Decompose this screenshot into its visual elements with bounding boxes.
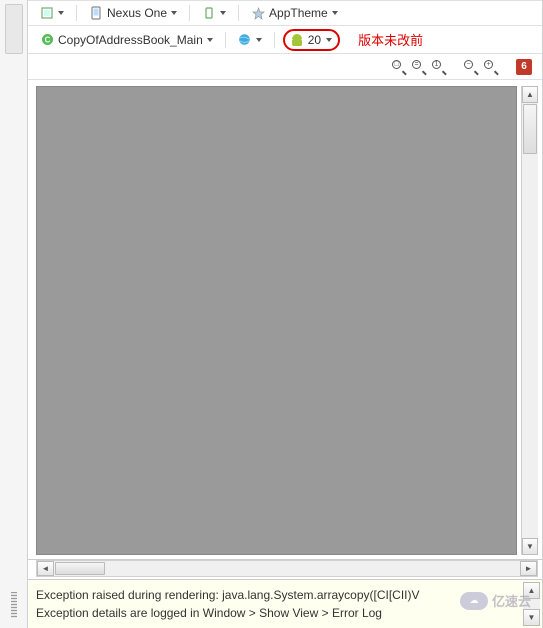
chevron-down-icon	[220, 11, 226, 15]
gutter-tab[interactable]	[5, 4, 23, 54]
vertical-scrollbar[interactable]: ▲ ▼	[521, 86, 538, 555]
android-icon	[291, 33, 303, 47]
chevron-down-icon	[58, 11, 64, 15]
device-label: Nexus One	[107, 6, 167, 20]
chevron-down-icon	[332, 11, 338, 15]
cloud-icon: ☁	[460, 592, 488, 610]
error-badge[interactable]: 6	[516, 59, 532, 75]
config-dropdown[interactable]	[36, 4, 68, 22]
scroll-thumb[interactable]	[523, 104, 537, 154]
scroll-thumb[interactable]	[55, 562, 105, 575]
chevron-down-icon	[171, 11, 177, 15]
activity-label: CopyOfAddressBook_Main	[58, 33, 203, 47]
scroll-up-button[interactable]: ▲	[522, 86, 538, 103]
scroll-down-button[interactable]: ▼	[522, 538, 538, 555]
chevron-down-icon	[326, 38, 332, 42]
toolbar-activity: C CopyOfAddressBook_Main 20 版本未改前	[28, 26, 542, 54]
zoom-reset-icon[interactable]: =	[412, 60, 426, 74]
star-icon	[251, 6, 265, 20]
watermark-text: 亿速云	[492, 591, 531, 610]
activity-dropdown[interactable]: C CopyOfAddressBook_Main	[36, 31, 217, 49]
phone-icon	[89, 6, 103, 20]
zoom-in-icon[interactable]: +	[484, 60, 498, 74]
watermark: ☁ 亿速云	[460, 591, 531, 610]
theme-label: AppTheme	[269, 6, 328, 20]
preview-area: ▲ ▼	[28, 80, 542, 560]
toolbar-config: Nexus One AppTheme	[28, 0, 542, 26]
zoom-toolbar: □ = 1 − + 6	[28, 54, 542, 80]
zoom-actual-icon[interactable]: 1	[432, 60, 446, 74]
chevron-down-icon	[256, 38, 262, 42]
scroll-right-button[interactable]: ►	[520, 561, 537, 576]
svg-text:C: C	[44, 36, 50, 45]
api-level-label: 20	[308, 33, 321, 47]
zoom-out-icon[interactable]: −	[464, 60, 478, 74]
gutter-handle[interactable]	[11, 592, 17, 618]
orientation-dropdown[interactable]	[198, 4, 230, 22]
zoom-fit-icon[interactable]: □	[392, 60, 406, 74]
globe-icon	[238, 33, 252, 47]
theme-dropdown[interactable]: AppTheme	[247, 4, 342, 22]
chevron-down-icon	[207, 38, 213, 42]
layout-preview-canvas[interactable]	[36, 86, 517, 555]
annotation-text: 版本未改前	[358, 30, 423, 49]
activity-icon: C	[40, 33, 54, 47]
device-dropdown[interactable]: Nexus One	[85, 4, 181, 22]
config-icon	[40, 6, 54, 20]
api-level-dropdown[interactable]: 20	[283, 29, 340, 51]
orientation-icon	[202, 6, 216, 20]
scroll-down-button[interactable]: ▼	[523, 609, 540, 626]
left-gutter	[0, 0, 28, 628]
scroll-left-button[interactable]: ◄	[37, 561, 54, 576]
horizontal-scrollbar[interactable]: ◄ ►	[36, 560, 538, 577]
locale-dropdown[interactable]	[234, 31, 266, 49]
